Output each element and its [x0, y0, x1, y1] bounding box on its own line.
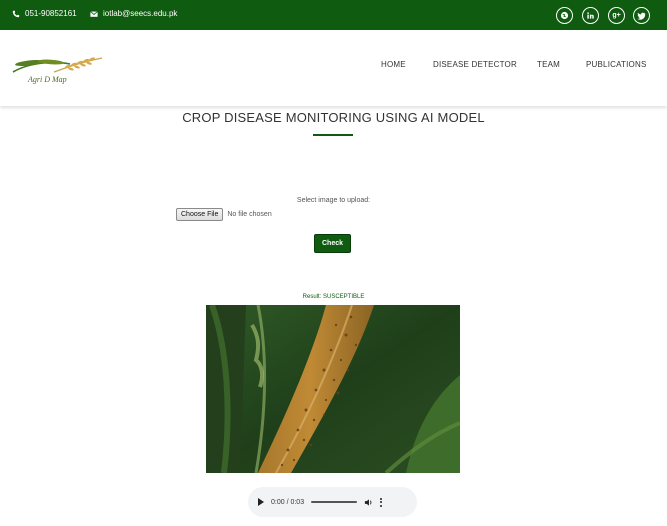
volume-icon[interactable] — [364, 498, 373, 507]
email-address: iotlab@seecs.edu.pk — [103, 9, 178, 18]
page: 051-90852161 iotlab@seecs.edu.pk g+ Agri… — [0, 0, 667, 526]
check-button[interactable]: Check — [314, 234, 351, 253]
choose-file-button[interactable]: Choose File — [176, 208, 224, 221]
nav-publications[interactable]: PUBLICATIONS — [586, 60, 647, 69]
linkedin-icon[interactable] — [582, 7, 599, 24]
title-underline — [313, 134, 353, 136]
top-contact-bar: 051-90852161 iotlab@seecs.edu.pk g+ — [0, 0, 667, 30]
phone-number: 051-90852161 — [25, 9, 77, 18]
phone-contact[interactable]: 051-90852161 — [12, 9, 77, 18]
more-options-icon[interactable] — [380, 497, 383, 507]
twitter-icon[interactable] — [633, 7, 650, 24]
file-input: Choose File No file chosen — [176, 208, 272, 221]
audio-player: 0:00 / 0:03 — [248, 487, 417, 517]
phone-icon — [12, 10, 20, 17]
google-plus-text: g+ — [612, 12, 621, 19]
agri-d-map-logo[interactable]: Agri D Map — [10, 54, 106, 86]
logo-text: Agri D Map — [27, 75, 67, 84]
no-file-chosen-text: No file chosen — [227, 211, 272, 218]
result-text: Result: SUSCEPTIBLE — [302, 294, 365, 300]
play-icon[interactable] — [258, 498, 264, 506]
page-title: CROP DISEASE MONITORING USING AI MODEL — [182, 110, 485, 125]
wheat-leaf-rust-image — [206, 305, 460, 473]
google-plus-icon[interactable]: g+ — [608, 7, 625, 24]
upload-label: Select image to upload: — [296, 197, 371, 204]
nav-team[interactable]: TEAM — [537, 60, 560, 69]
email-contact[interactable]: iotlab@seecs.edu.pk — [90, 9, 177, 18]
nav-disease-detector[interactable]: DISEASE DETECTOR — [433, 60, 517, 69]
globe-icon[interactable] — [556, 7, 573, 24]
audio-time: 0:00 / 0:03 — [271, 498, 305, 506]
nav-home[interactable]: HOME — [381, 60, 406, 69]
audio-seek-bar[interactable] — [311, 501, 358, 503]
site-header: Agri D Map HOME DISEASE DETECTOR TEAM PU… — [0, 30, 667, 106]
envelope-icon — [90, 10, 98, 17]
